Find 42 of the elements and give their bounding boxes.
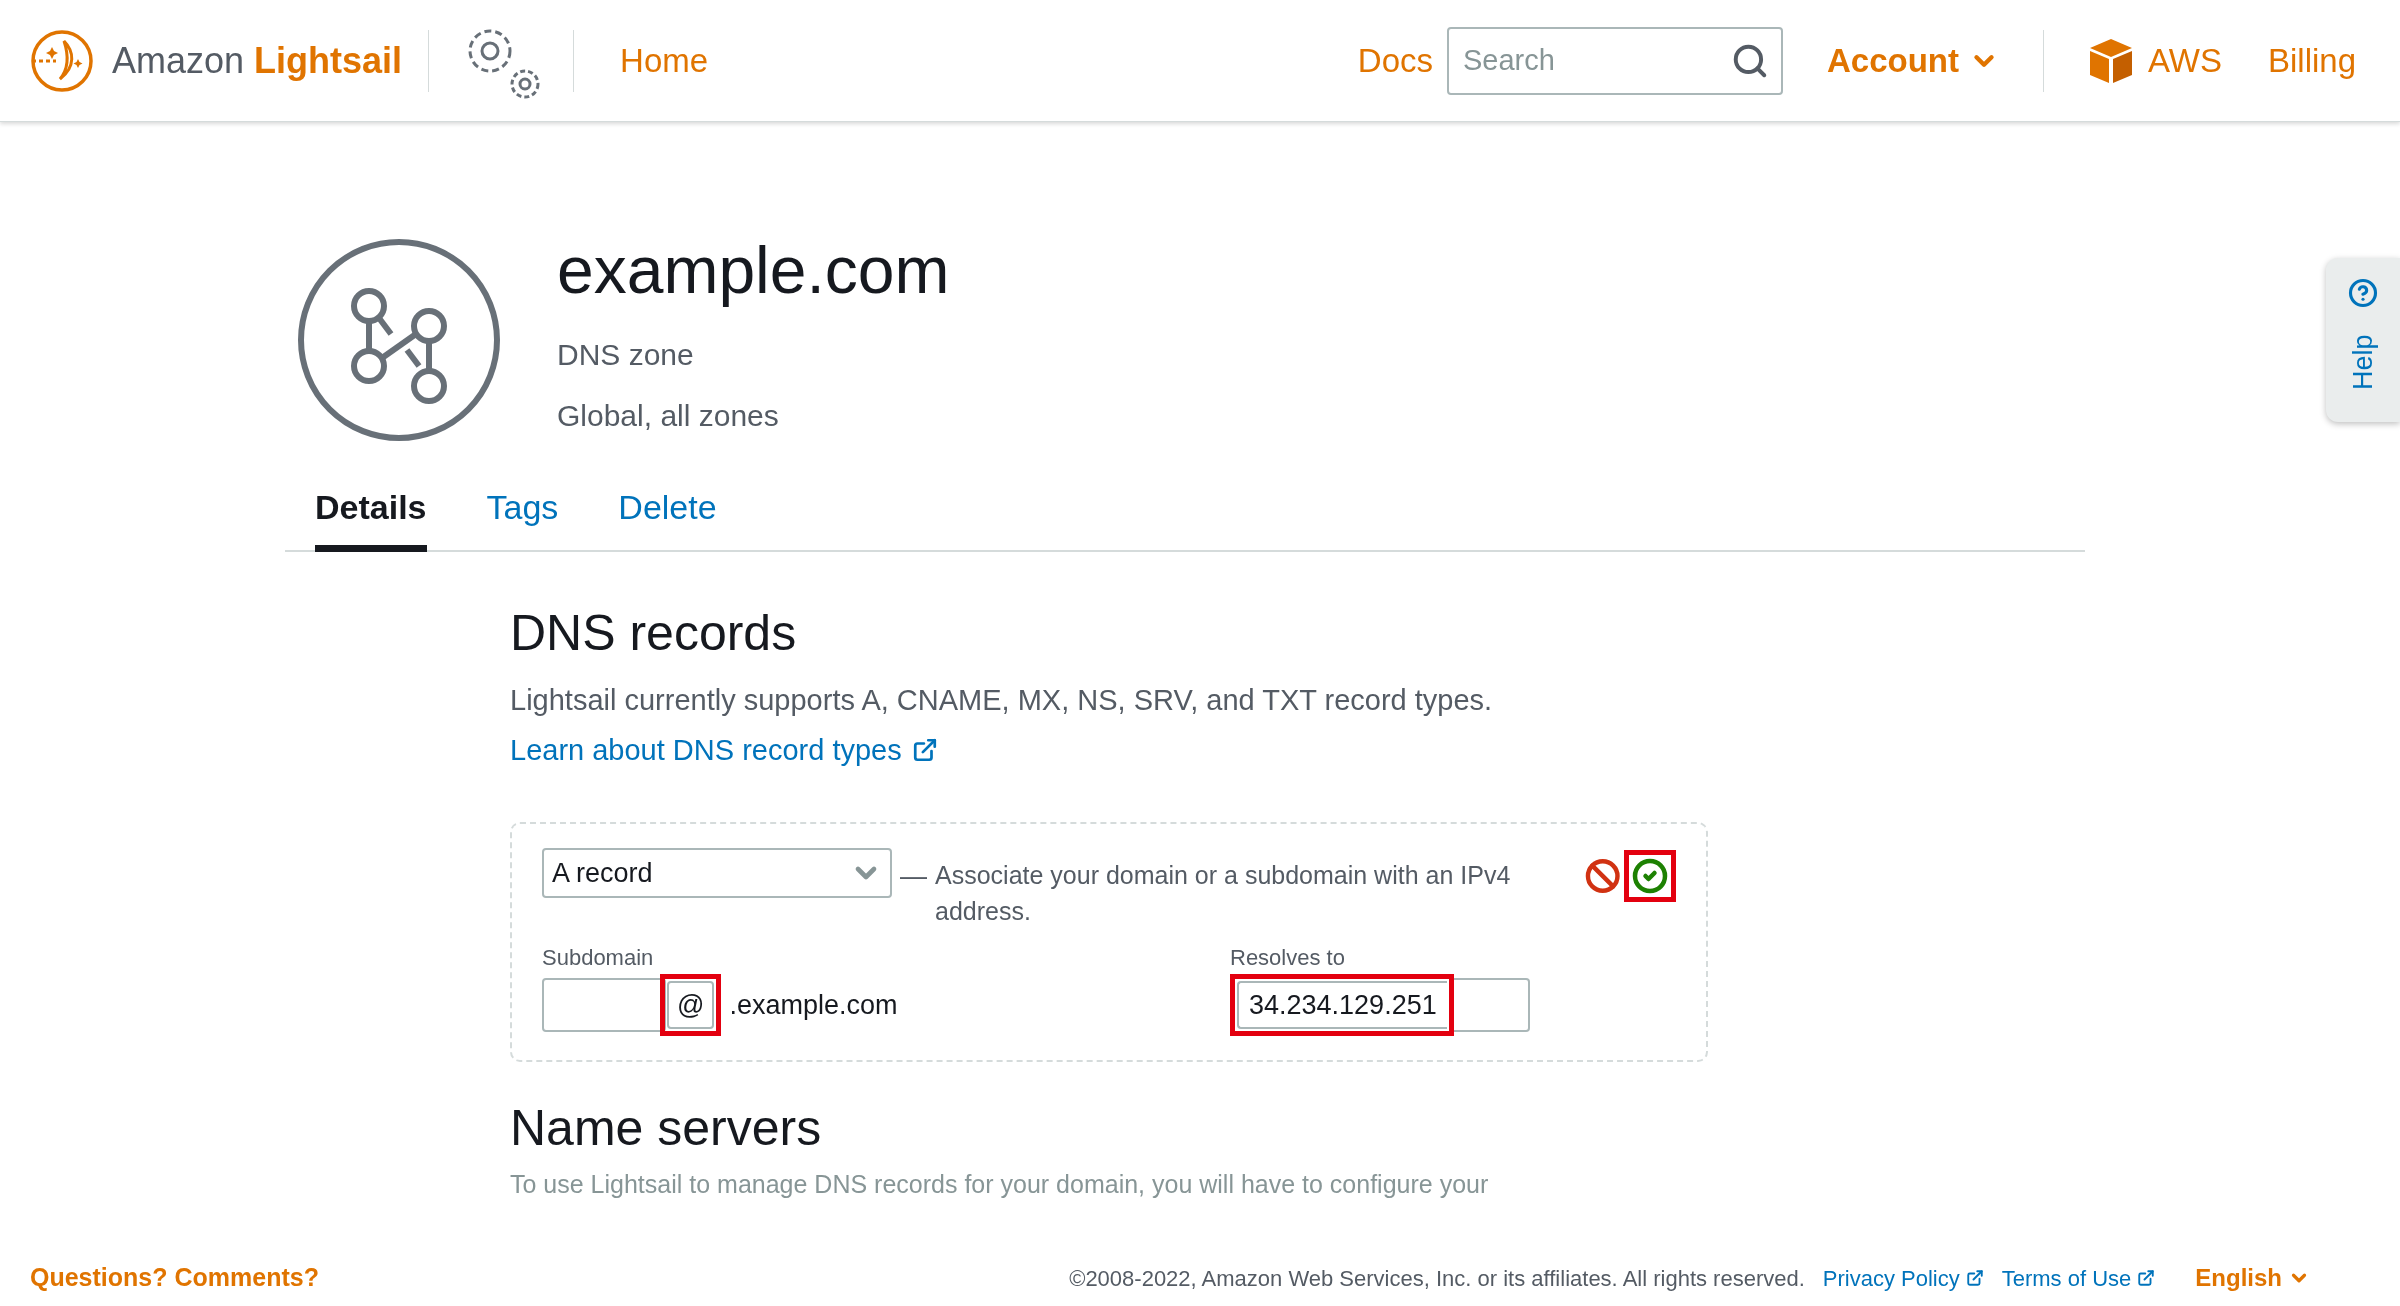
record-type-select[interactable]: A record	[542, 848, 892, 898]
external-link-icon	[911, 737, 938, 764]
ip-address-field[interactable]: 34.234.129.251	[1237, 981, 1447, 1029]
section-description: To use Lightsail to manage DNS records for your domain, you will have to configure your	[510, 1169, 1490, 1200]
section-heading: DNS records	[510, 604, 798, 663]
dash: —	[900, 860, 927, 893]
zone-location: Global, all zones	[557, 398, 780, 434]
nav-link[interactable]: Home	[600, 35, 729, 86]
zone-title: example.com	[557, 232, 950, 309]
tab[interactable]: Details	[315, 482, 427, 552]
logo-icon	[30, 28, 94, 93]
field-label: Subdomain	[542, 944, 655, 972]
billing-link[interactable]: Billing	[2267, 35, 2356, 86]
external-link-icon	[1965, 1269, 1984, 1287]
cube-icon	[2088, 36, 2134, 85]
external-link-icon	[2137, 1269, 2156, 1287]
footer-link[interactable]: Terms of Use	[2001, 1261, 2156, 1295]
footer-link[interactable]: Privacy Policy	[1822, 1261, 1984, 1295]
help-icon	[2348, 278, 2378, 308]
help-tab[interactable]: Help	[2326, 258, 2400, 422]
tab[interactable]: Delete	[618, 482, 717, 552]
network-icon	[297, 238, 501, 442]
at-sign: @	[667, 981, 715, 1029]
record-description: Associate your domain or a subdomain with an IPv4 address.	[935, 860, 1512, 927]
aws-link[interactable]: AWS	[2148, 35, 2222, 86]
language-menu[interactable]: English	[2195, 1260, 2310, 1296]
zone-type: DNS zone	[557, 337, 695, 373]
copyright: ©2008-2022, Amazon Web Services, Inc. or its affiliates. All rights reserved.	[1069, 1264, 1805, 1293]
brand-name[interactable]: Amazon Lightsail	[112, 33, 403, 88]
cancel-icon[interactable]	[1584, 858, 1620, 894]
subdomain-field[interactable]	[542, 978, 666, 1032]
tab[interactable]: Tags	[486, 482, 559, 552]
docs-link[interactable]: Docs	[1357, 35, 1433, 86]
domain-suffix: .example.com	[729, 988, 898, 1022]
feedback-link[interactable]: Questions? Comments?	[30, 1259, 319, 1297]
section-description: Lightsail currently supports A, CNAME, MX, NS, SRV, and TXT record types.	[510, 683, 1494, 718]
section-heading: Name servers	[510, 1099, 823, 1158]
save-icon[interactable]	[1632, 858, 1668, 894]
docs-link[interactable]: Learn about DNS record types	[510, 728, 938, 772]
search-field[interactable]: Search	[1447, 26, 1783, 95]
account-menu[interactable]: Account	[1827, 35, 1999, 86]
field-label: Resolves to	[1230, 944, 1346, 972]
